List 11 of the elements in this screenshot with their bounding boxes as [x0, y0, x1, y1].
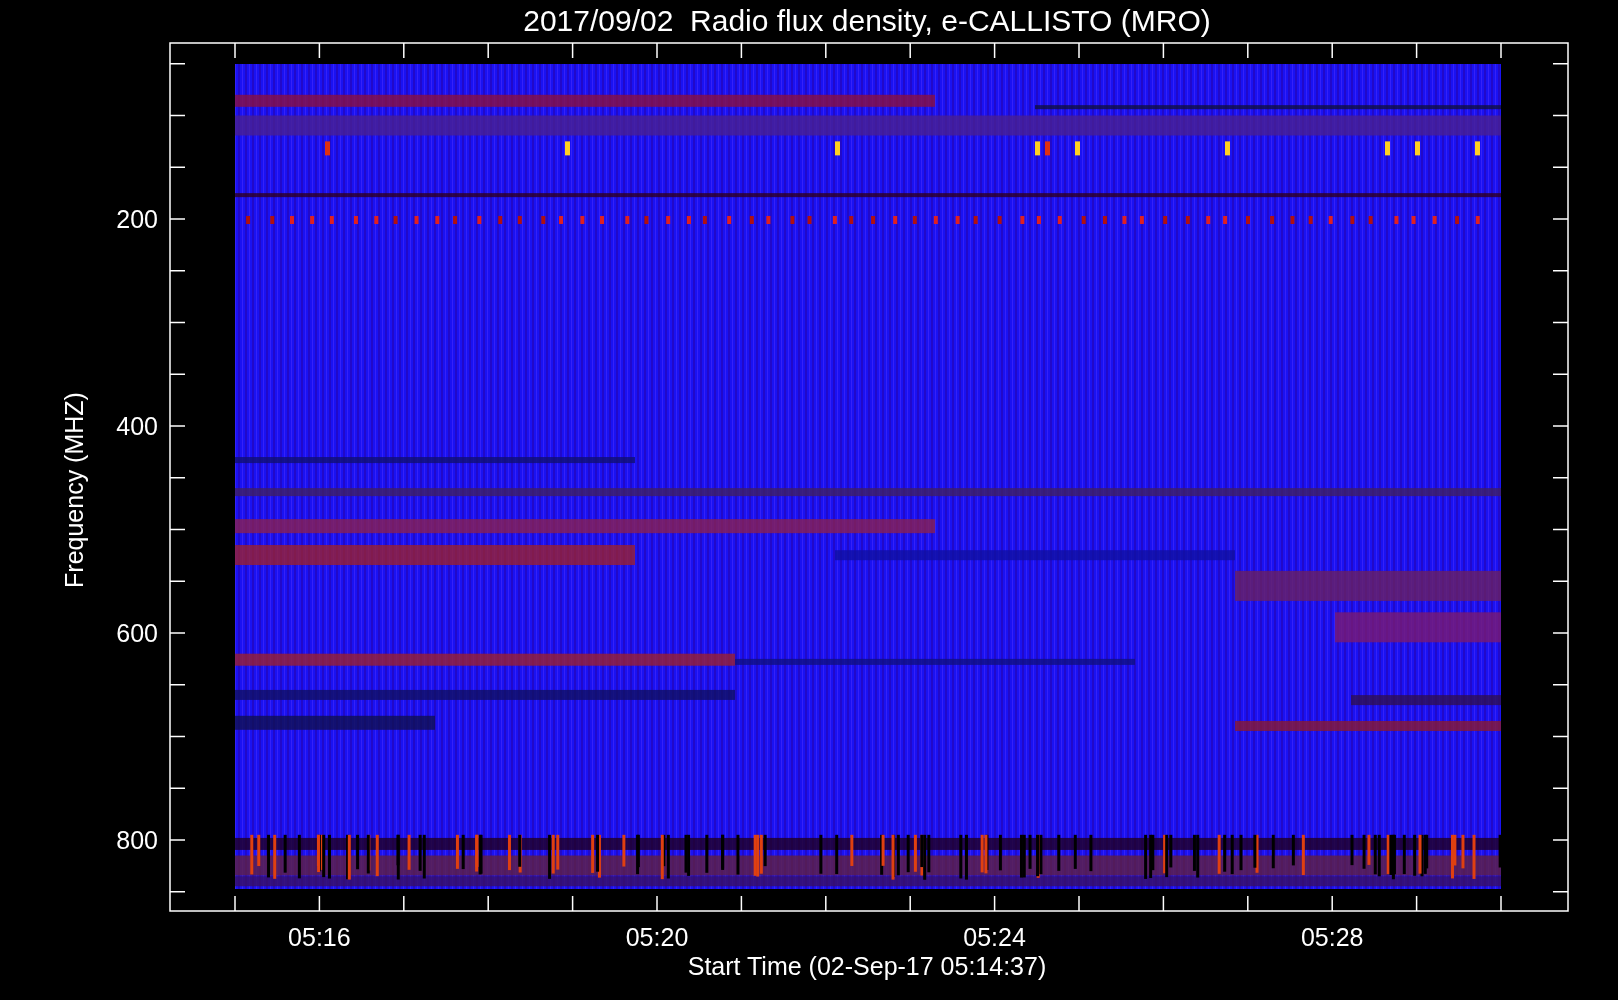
tick-label: 05:16: [288, 923, 351, 951]
axis-label: Start Time (02-Sep-17 05:14:37): [687, 952, 1047, 980]
tick-label: 05:20: [625, 923, 689, 951]
chart-title: 2017/09/02 Radio flux density, e-CALLISTO (MRO): [523, 4, 1211, 37]
tick-label: 200: [116, 205, 158, 233]
tick-label: 800: [116, 826, 158, 854]
tick-label: 05:24: [963, 923, 1026, 951]
axis-label: Frequency (MHZ): [60, 392, 88, 588]
tick-label: 600: [116, 619, 158, 647]
tick-label: 400: [116, 412, 158, 440]
tick-label: 05:28: [1300, 923, 1364, 951]
